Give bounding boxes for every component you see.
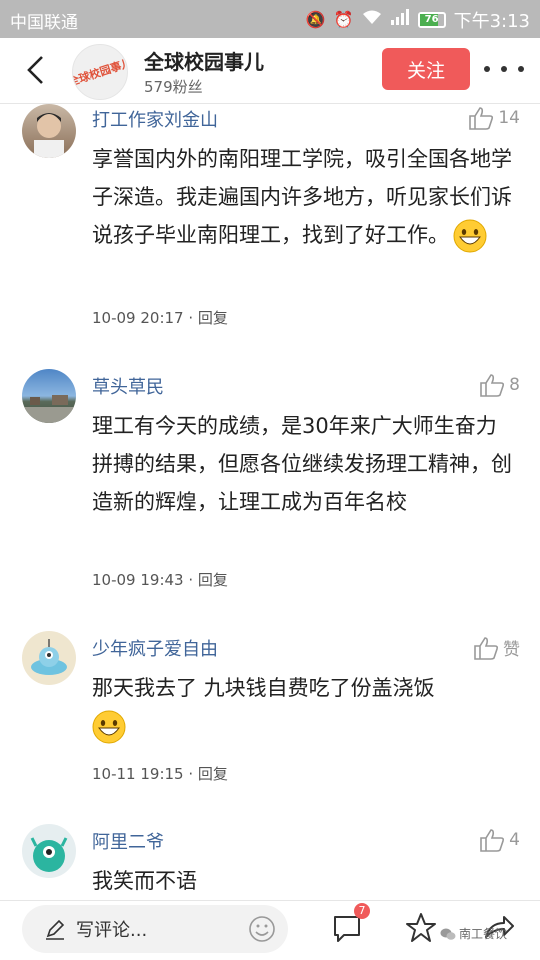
comment-time: 10-09 19:43 bbox=[92, 571, 184, 589]
thumbs-up-icon bbox=[469, 107, 494, 130]
grin-emoji-icon bbox=[453, 219, 487, 253]
like-button[interactable]: 14 bbox=[468, 106, 520, 130]
channel-logo-text: 全球校园事儿 bbox=[72, 56, 128, 89]
back-button[interactable] bbox=[18, 52, 54, 88]
watermark-text: 南工餐饮 bbox=[459, 927, 508, 941]
thumbs-up-icon bbox=[480, 374, 505, 397]
reply-button[interactable]: 回复 bbox=[198, 309, 228, 327]
dot-icon bbox=[501, 66, 507, 72]
fans-count: 579粉丝 bbox=[144, 78, 203, 96]
comment-username[interactable]: 阿里二爷 bbox=[92, 828, 164, 854]
comment-text: 我笑而不语 bbox=[92, 869, 197, 893]
pencil-icon bbox=[46, 919, 65, 940]
comment-input[interactable]: 写评论... bbox=[22, 905, 288, 953]
comment-placeholder: 写评论... bbox=[76, 920, 148, 941]
like-count: 赞 bbox=[503, 640, 520, 660]
user-avatar[interactable] bbox=[22, 104, 76, 158]
comment-username[interactable]: 草头草民 bbox=[92, 373, 164, 399]
clock: 下午3:13 bbox=[453, 11, 530, 32]
comment-text: 理工有今天的成绩，是30年来广大师生奋力拼搏的结果，但愿各位继续发扬理工精神，创… bbox=[92, 414, 512, 514]
bottom-bar: 写评论... 7 南工餐饮 bbox=[0, 900, 540, 960]
like-button[interactable]: 赞 bbox=[473, 635, 520, 660]
comment-body: 那天我去了 九块钱自费吃了份盖浇饭 bbox=[92, 676, 435, 700]
emoji-picker-icon bbox=[249, 916, 275, 942]
wifi-icon bbox=[362, 9, 382, 31]
like-button[interactable]: 8 bbox=[479, 373, 520, 397]
channel-name[interactable]: 全球校园事儿 bbox=[144, 46, 264, 75]
wechat-icon bbox=[440, 928, 456, 940]
wechat-watermark: 南工餐饮 bbox=[440, 925, 507, 942]
dot-icon bbox=[518, 66, 524, 72]
grin-emoji-icon bbox=[92, 710, 126, 744]
comment-meta: 10-09 19:43 · 回复 bbox=[92, 571, 228, 589]
thumbs-up-icon bbox=[474, 636, 499, 660]
reply-button[interactable]: 回复 bbox=[198, 765, 228, 783]
battery-icon: 76 bbox=[417, 12, 446, 28]
signal-icon bbox=[390, 9, 410, 31]
thumbs-up-icon bbox=[480, 829, 505, 852]
like-count: 8 bbox=[509, 375, 520, 395]
status-icons: 🔕 ⏰ 76 下午3:13 bbox=[306, 7, 530, 33]
comment-meta: 10-11 19:15 · 回复 bbox=[92, 765, 228, 783]
comment-body: 享誉国内外的南阳理工学院，吸引全国各地学子深造。我走遍国内许多地方，听见家长们诉… bbox=[92, 147, 512, 247]
like-count: 4 bbox=[509, 830, 520, 850]
comment-time: 10-09 20:17 bbox=[92, 309, 184, 327]
comment-time: 10-11 19:15 bbox=[92, 765, 184, 783]
battery-level: 76 bbox=[424, 14, 439, 25]
comment-count-badge: 7 bbox=[354, 903, 370, 919]
comment-username[interactable]: 打工作家刘金山 bbox=[92, 106, 218, 132]
dot-icon bbox=[484, 66, 490, 72]
star-icon[interactable] bbox=[404, 911, 438, 945]
mute-icon: 🔕 bbox=[305, 10, 326, 29]
comment-list[interactable]: 打工作家刘金山 14 享誉国内外的南阳理工学院，吸引全国各地学子深造。我走遍国内… bbox=[0, 104, 540, 900]
user-avatar[interactable] bbox=[22, 824, 76, 878]
chevron-left-icon bbox=[27, 56, 43, 84]
header: 全球校园事儿 全球校园事儿 579粉丝 关注 bbox=[0, 38, 540, 104]
comment-meta: 10-09 20:17 · 回复 bbox=[92, 309, 228, 327]
channel-avatar[interactable]: 全球校园事儿 bbox=[72, 44, 128, 100]
reply-button[interactable]: 回复 bbox=[198, 571, 228, 589]
comment-username[interactable]: 少年疯子爱自由 bbox=[92, 635, 218, 661]
comment-text: 那天我去了 九块钱自费吃了份盖浇饭 bbox=[92, 669, 512, 745]
like-button[interactable]: 4 bbox=[479, 828, 520, 852]
like-count: 14 bbox=[498, 108, 520, 128]
alarm-icon: ⏰ bbox=[333, 10, 354, 29]
follow-button[interactable]: 关注 bbox=[382, 48, 470, 90]
carrier-label: 中国联通 bbox=[10, 13, 78, 33]
status-bar: 中国联通 🔕 ⏰ 76 下午3:13 bbox=[0, 0, 540, 38]
user-avatar[interactable] bbox=[22, 631, 76, 685]
comment-text: 享誉国内外的南阳理工学院，吸引全国各地学子深造。我走遍国内许多地方，听见家长们诉… bbox=[92, 140, 512, 254]
user-avatar[interactable] bbox=[22, 369, 76, 423]
more-options-button[interactable] bbox=[484, 56, 524, 82]
